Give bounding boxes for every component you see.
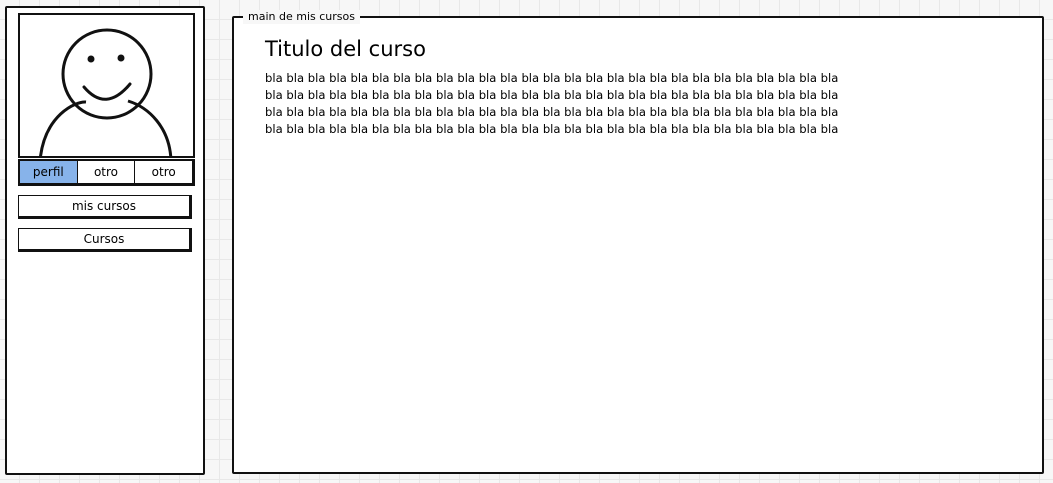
profile-tabs: perfil otro otro [18, 159, 195, 186]
course-title: Titulo del curso [265, 37, 426, 61]
mis-cursos-button[interactable]: mis cursos [18, 195, 192, 219]
avatar [18, 13, 195, 158]
main-panel-legend: main de mis cursos [243, 10, 360, 24]
user-icon [39, 28, 173, 156]
tab-otro-1[interactable]: otro [78, 161, 136, 183]
cursos-button[interactable]: Cursos [18, 228, 192, 252]
sidebar: perfil otro otro mis cursos Cursos [5, 6, 205, 475]
course-description: bla bla bla bla bla bla bla bla bla bla … [265, 71, 839, 136]
tab-otro-2[interactable]: otro [135, 161, 192, 183]
tab-perfil[interactable]: perfil [20, 161, 78, 183]
